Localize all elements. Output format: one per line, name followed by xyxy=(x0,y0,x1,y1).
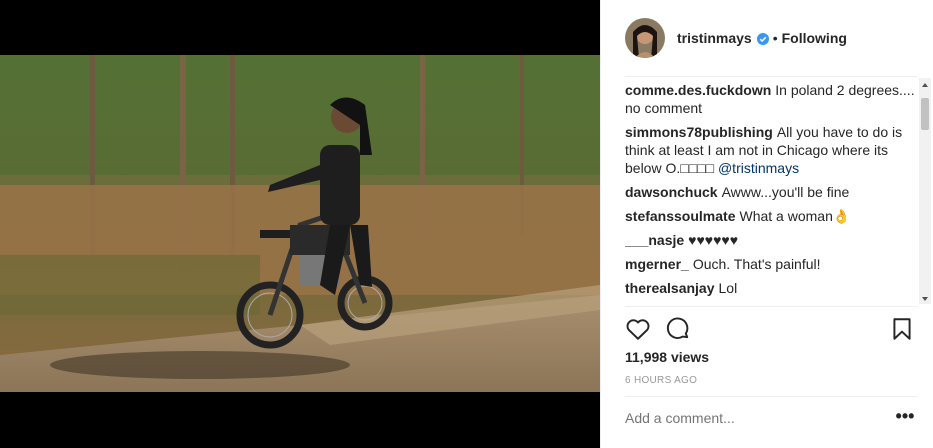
comment-text: Awww...you'll be fine xyxy=(721,184,850,200)
verified-badge-icon xyxy=(756,32,769,45)
header-separator: • xyxy=(772,30,778,46)
post-timestamp[interactable]: 6 HOURS AGO xyxy=(625,375,697,386)
comment-item: dawsonchuck Awww...you'll be fine xyxy=(625,183,915,201)
username-link[interactable]: tristinmays xyxy=(677,30,752,46)
scrollbar-thumb[interactable] xyxy=(921,98,929,130)
comment-item: ___nasje ♥♥♥♥♥♥ xyxy=(625,231,915,249)
comments-scrollbar[interactable] xyxy=(919,78,931,304)
comment-username[interactable]: therealsanjay xyxy=(625,280,715,296)
scroll-up-arrow-icon[interactable] xyxy=(919,78,931,90)
video-frame-image xyxy=(0,55,600,392)
comment-item: simmons78publishing All you have to do is… xyxy=(625,123,915,177)
comment-item: mgerner_ Ouch. That's painful! xyxy=(625,255,915,273)
comment-username[interactable]: comme.des.fuckdown xyxy=(625,82,771,98)
comment-username[interactable]: simmons78publishing xyxy=(625,124,773,140)
comment-item: therealsanjay Lol xyxy=(625,279,915,297)
comment-text: Ouch. That's painful! xyxy=(692,256,821,272)
comment-item: comme.des.fuckdown In poland 2 degrees...… xyxy=(625,81,915,117)
divider xyxy=(625,306,917,307)
post-header: tristinmays • Following xyxy=(601,0,933,76)
scroll-down-arrow-icon[interactable] xyxy=(919,292,931,304)
comment-text: What a woman👌 xyxy=(739,208,851,224)
post-video[interactable] xyxy=(0,55,600,392)
comment-text: ♥♥♥♥♥♥ xyxy=(688,232,739,248)
add-comment-input[interactable] xyxy=(625,410,865,426)
comment-username[interactable]: ___nasje xyxy=(625,232,684,248)
mention-link[interactable]: @tristinmays xyxy=(718,160,799,176)
comment-username[interactable]: dawsonchuck xyxy=(625,184,718,200)
comments-list: comme.des.fuckdown In poland 2 degrees...… xyxy=(625,78,915,304)
bookmark-icon[interactable] xyxy=(889,316,915,342)
comment-bubble-icon[interactable] xyxy=(665,316,691,342)
comment-username[interactable]: stefanssoulmate xyxy=(625,208,735,224)
post-sidebar: tristinmays • Following comme.des.fuckdo… xyxy=(600,0,933,448)
avatar[interactable] xyxy=(625,18,665,58)
post-actions xyxy=(625,316,915,342)
comment-item: stefanssoulmate What a woman👌 xyxy=(625,207,915,225)
divider xyxy=(625,396,917,397)
heart-icon[interactable] xyxy=(625,316,651,342)
following-button[interactable]: Following xyxy=(782,30,847,46)
comment-text: Lol xyxy=(718,280,738,296)
divider xyxy=(625,76,917,77)
avatar-image xyxy=(625,18,665,58)
comment-username[interactable]: mgerner_ xyxy=(625,256,689,272)
media-container xyxy=(0,0,600,448)
view-count[interactable]: 11,998 views xyxy=(625,349,709,365)
more-options-icon[interactable]: ••• xyxy=(895,407,915,426)
